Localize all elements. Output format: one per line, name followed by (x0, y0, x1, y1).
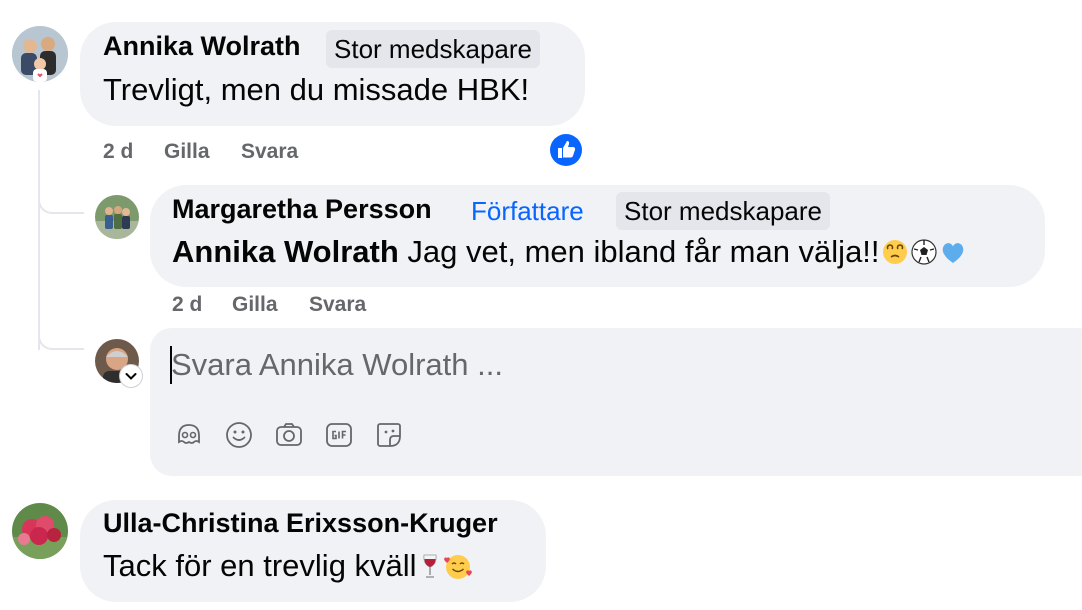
status-badge: Stor medskapare (616, 192, 830, 230)
thread-branch (38, 334, 84, 350)
avatar[interactable] (95, 195, 139, 239)
thread-branch (38, 198, 84, 214)
reply-button[interactable]: Svara (241, 140, 298, 164)
account-switch-chevron-icon[interactable] (120, 365, 142, 387)
sticker-icon[interactable] (374, 420, 404, 450)
smiling-face-with-hearts-emoji (443, 552, 473, 588)
thread-line (38, 90, 40, 350)
comment-author[interactable]: Ulla-Christina Erixsson-Kruger (103, 508, 498, 539)
comment-text: Tack för en trevlig kväll (103, 548, 473, 588)
comment-text: Annika Wolrath Jag vet, men ibland får m… (172, 234, 967, 274)
reply-button[interactable]: Svara (309, 293, 366, 317)
comment-time[interactable]: 2 d (103, 140, 133, 164)
status-badge: Stor medskapare (326, 30, 540, 68)
like-reaction-icon[interactable] (549, 133, 583, 167)
comment-time[interactable]: 2 d (172, 293, 202, 317)
comment-body: Jag vet, men ibland får man välja!! (407, 234, 880, 269)
comment-author[interactable]: Margaretha Persson (172, 194, 432, 225)
reply-input-placeholder[interactable]: Svara Annika Wolrath ... (171, 347, 503, 383)
comment-body: Tack för en trevlig kväll (103, 548, 417, 583)
emoji-icon[interactable] (224, 420, 254, 450)
wine-glass-emoji (418, 552, 442, 588)
soccer-ball-emoji (910, 238, 938, 274)
avatar[interactable] (12, 26, 68, 82)
blue-heart-emoji (939, 238, 967, 274)
face-with-spiral-eyes-emoji (881, 238, 909, 274)
camera-icon[interactable] (274, 420, 304, 450)
gif-icon[interactable] (324, 420, 354, 450)
avatar[interactable] (12, 503, 68, 559)
like-button[interactable]: Gilla (232, 293, 278, 317)
comment-author[interactable]: Annika Wolrath (103, 31, 301, 62)
mention-link[interactable]: Annika Wolrath (172, 234, 399, 269)
like-button[interactable]: Gilla (164, 140, 210, 164)
avatar-sticker-icon[interactable] (174, 420, 204, 450)
comment-text: Trevligt, men du missade HBK! (103, 72, 530, 107)
author-badge: Författare (471, 196, 584, 226)
